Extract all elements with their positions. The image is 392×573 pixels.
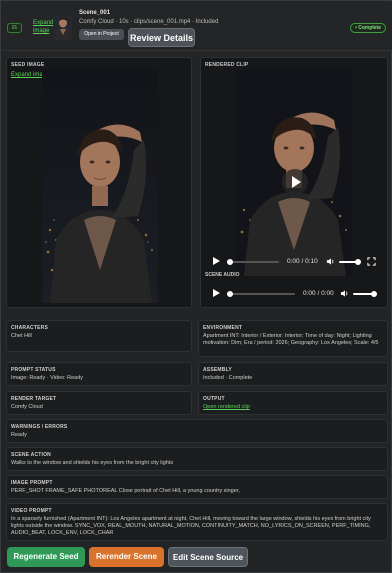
characters-title: CHARACTERS (11, 325, 48, 331)
audio-controls: 0:00 / 0:00 (203, 288, 387, 300)
scene-action-title: SCENE ACTION (11, 452, 51, 458)
assembly-title: ASSEMBLY (203, 367, 232, 373)
warnings-card: WARNINGS / ERRORS Ready (6, 419, 388, 443)
scene-audio-label: SCENE AUDIO (205, 272, 240, 278)
audio-volume-track[interactable] (353, 293, 373, 295)
scene-action-card: SCENE ACTION Walks to the window and shi… (6, 447, 388, 471)
seed-image-panel: SEED IMAGE Expand image (6, 57, 192, 308)
edit-scene-source-button[interactable]: Edit Scene Source (168, 547, 248, 567)
video-seek-knob[interactable] (227, 259, 233, 265)
fullscreen-icon[interactable] (367, 257, 376, 266)
video-prompt-card: VIDEO PROMPT In a sparsely furnished (Ap… (6, 503, 388, 541)
open-rendered-clip-link[interactable]: Open rendered clip (203, 404, 250, 410)
prompt-status-value: Image: Ready · Video: Ready (11, 375, 84, 381)
scene-number-badge: 01 (7, 23, 22, 33)
render-target-card: RENDER TARGET Comfy Cloud (6, 391, 192, 415)
assembly-card: ASSEMBLY Included · Complete (198, 362, 388, 386)
prompt-status-title: PROMPT STATUS (11, 367, 56, 373)
audio-volume-icon[interactable] (340, 289, 349, 298)
scene-detail-window: 01 Expand image Scene_001 Comfy Cloud · … (0, 0, 392, 573)
audio-play-icon[interactable] (213, 289, 220, 297)
video-prompt-value: In a sparsely furnished (Apartment INT):… (11, 516, 371, 536)
rendered-clip-panel: RENDERED CLIP 0:00 / 0:10 SCENE AUDIO 0:… (200, 57, 388, 308)
assembly-value: Included · Complete (203, 375, 253, 381)
video-prompt-title: VIDEO PROMPT (11, 508, 52, 514)
open-in-project-button[interactable]: Open in Project (79, 29, 124, 40)
video-volume-knob[interactable] (355, 259, 361, 265)
environment-value: Apartment INT: Interior / Exterior: Inte… (203, 333, 379, 346)
scene-meta: Comfy Cloud · 10s · clips/scene_001.mp4 … (79, 19, 219, 25)
warnings-title: WARNINGS / ERRORS (11, 424, 68, 430)
image-prompt-title: IMAGE PROMPT (11, 480, 53, 486)
seed-image-label: SEED IMAGE (11, 62, 45, 68)
audio-seek-track[interactable] (227, 293, 295, 295)
image-prompt-value: PERF_SHOT FRAME_SAFE PHOTOREAL Close por… (11, 488, 240, 494)
render-target-value: Comfy Cloud (11, 404, 43, 410)
video-time: 0:00 / 0:10 (287, 258, 318, 265)
environment-card: ENVIRONMENT Apartment INT: Interior / Ex… (198, 320, 388, 357)
image-prompt-card: IMAGE PROMPT PERF_SHOT FRAME_SAFE PHOTOR… (6, 475, 388, 499)
characters-card: CHARACTERS Chet Hill (6, 320, 192, 352)
prompt-status-card: PROMPT STATUS Image: Ready · Video: Read… (6, 362, 192, 386)
scene-header: 01 Expand image Scene_001 Comfy Cloud · … (2, 2, 392, 51)
status-badge: • Complete (350, 23, 386, 33)
output-card: OUTPUT Open rendered clip (198, 391, 388, 415)
warnings-value: Ready (11, 432, 27, 438)
audio-volume-knob[interactable] (371, 291, 377, 297)
regenerate-seed-button[interactable]: Regenerate Seed (7, 547, 85, 567)
review-details-button[interactable]: Review Details (128, 28, 195, 47)
video-volume-icon[interactable] (326, 257, 335, 266)
audio-seek-knob[interactable] (227, 291, 233, 297)
render-target-title: RENDER TARGET (11, 396, 57, 402)
rendered-clip-label: RENDERED CLIP (205, 62, 249, 68)
characters-value: Chet Hill (11, 333, 32, 339)
rerender-scene-button[interactable]: Rerender Scene (89, 547, 164, 567)
seed-image[interactable] (42, 70, 158, 303)
scene-thumbnail[interactable] (53, 15, 72, 40)
video-controls: 0:00 / 0:10 (203, 256, 387, 268)
video-seek-track[interactable] (227, 261, 279, 263)
play-overlay-icon[interactable] (282, 169, 308, 195)
output-title: OUTPUT (203, 396, 225, 402)
scene-action-value: Walks to the window and shields his eyes… (11, 460, 174, 466)
rendered-clip-video[interactable] (236, 70, 353, 276)
video-play-icon[interactable] (213, 257, 220, 265)
scene-title: Scene_001 (79, 10, 111, 16)
expand-image-link[interactable]: Expand image (33, 19, 53, 35)
environment-title: ENVIRONMENT (203, 325, 243, 331)
audio-time: 0:00 / 0:00 (303, 290, 334, 297)
